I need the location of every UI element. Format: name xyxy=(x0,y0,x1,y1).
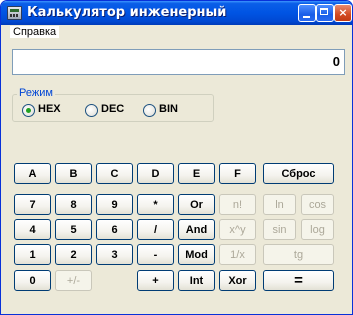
key-f-button[interactable]: F xyxy=(219,163,256,184)
key-d-button[interactable]: D xyxy=(137,163,174,184)
key-c-button[interactable]: C xyxy=(96,163,133,184)
key-9-button[interactable]: 9 xyxy=(96,194,133,215)
title-bar[interactable]: Калькулятор инженерный × xyxy=(1,1,352,25)
subtract-button[interactable]: - xyxy=(137,244,174,265)
key-5-button[interactable]: 5 xyxy=(55,219,92,240)
radio-dec-indicator xyxy=(85,104,98,117)
reset-button[interactable]: Сброс xyxy=(263,163,334,184)
radio-dec-label: DEC xyxy=(101,103,125,115)
negate-button[interactable]: +/- xyxy=(55,270,92,291)
factorial-button[interactable]: n! xyxy=(219,194,256,215)
minimize-button[interactable] xyxy=(298,4,316,22)
int-button[interactable]: Int xyxy=(178,270,215,291)
key-8-button[interactable]: 8 xyxy=(55,194,92,215)
calculator-app-icon xyxy=(7,6,22,20)
key-0-button[interactable]: 0 xyxy=(14,270,51,291)
ln-button[interactable]: ln xyxy=(263,194,296,215)
power-button[interactable]: x^y xyxy=(219,219,256,240)
minimize-icon xyxy=(303,16,310,18)
mod-button[interactable]: Mod xyxy=(178,244,215,265)
key-4-button[interactable]: 4 xyxy=(14,219,51,240)
window-title: Калькулятор инженерный xyxy=(27,5,227,20)
log-button[interactable]: log xyxy=(301,219,334,240)
radio-hex-label: HEX xyxy=(38,103,61,115)
reciprocal-button[interactable]: 1/x xyxy=(219,244,256,265)
key-2-button[interactable]: 2 xyxy=(55,244,92,265)
multiply-button[interactable]: * xyxy=(137,194,174,215)
key-a-button[interactable]: A xyxy=(14,163,51,184)
radio-hex-indicator xyxy=(22,104,35,117)
key-e-button[interactable]: E xyxy=(178,163,215,184)
menu-help[interactable]: Справка xyxy=(10,26,60,38)
sin-button[interactable]: sin xyxy=(263,219,296,240)
and-button[interactable]: And xyxy=(178,219,215,240)
close-button[interactable]: × xyxy=(334,4,352,22)
key-6-button[interactable]: 6 xyxy=(96,219,133,240)
radio-bin-label: BIN xyxy=(159,103,178,115)
calculator-display: 0 xyxy=(12,49,345,75)
add-button[interactable]: + xyxy=(137,270,174,291)
divide-button[interactable]: / xyxy=(137,219,174,240)
menu-bar: Справка xyxy=(1,25,352,41)
radio-bin-indicator xyxy=(143,104,156,117)
xor-button[interactable]: Xor xyxy=(219,270,256,291)
maximize-button[interactable] xyxy=(316,4,334,22)
key-b-button[interactable]: B xyxy=(55,163,92,184)
cos-button[interactable]: cos xyxy=(301,194,334,215)
or-button[interactable]: Or xyxy=(178,194,215,215)
key-3-button[interactable]: 3 xyxy=(96,244,133,265)
key-1-button[interactable]: 1 xyxy=(14,244,51,265)
mode-legend: Режим xyxy=(17,87,55,99)
key-7-button[interactable]: 7 xyxy=(14,194,51,215)
calculator-window: Калькулятор инженерный × Справка 0 Режим… xyxy=(0,0,353,315)
tg-button[interactable]: tg xyxy=(263,244,334,265)
maximize-icon xyxy=(320,8,328,15)
equals-button[interactable]: = xyxy=(263,270,334,291)
